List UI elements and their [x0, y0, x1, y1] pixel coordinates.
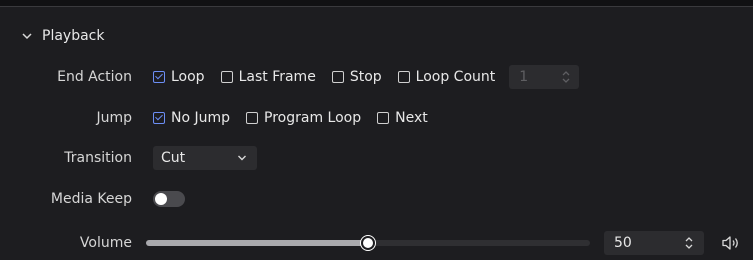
last-frame-label: Last Frame: [238, 69, 316, 85]
jump-label-box: Jump: [0, 106, 132, 130]
end-action-label: End Action: [57, 69, 132, 85]
volume-label: Volume: [79, 235, 132, 251]
next-checkbox[interactable]: [377, 112, 390, 124]
volume-spinbox[interactable]: 50: [604, 231, 704, 255]
jump-next-option[interactable]: Next: [377, 110, 428, 126]
transition-select[interactable]: Cut: [153, 146, 257, 170]
transition-value: Cut: [161, 150, 186, 166]
media-keep-label-box: Media Keep: [0, 187, 132, 211]
volume-label-box: Volume: [0, 231, 132, 255]
playback-panel: [0, 7, 753, 260]
loop-count-checkbox[interactable]: [397, 71, 410, 83]
media-keep-control: [153, 187, 185, 211]
volume-value: 50: [614, 235, 632, 251]
playback-section-header[interactable]: Playback: [20, 26, 104, 46]
end-action-stop-option[interactable]: Stop: [331, 69, 382, 85]
loop-count-value: 1: [519, 69, 529, 85]
volume-slider-fill: [146, 240, 368, 246]
media-keep-toggle[interactable]: [153, 191, 185, 207]
jump-label: Jump: [96, 110, 132, 126]
end-action-loop-count-option[interactable]: Loop Count: [397, 69, 496, 85]
volume-slider[interactable]: [146, 236, 590, 250]
loop-count-spinbox: 1: [509, 65, 580, 89]
program-loop-checkbox[interactable]: [246, 112, 259, 124]
section-title: Playback: [42, 28, 105, 44]
spin-arrows-icon: [562, 71, 570, 83]
jump-program-loop-option[interactable]: Program Loop: [246, 110, 361, 126]
stop-checkbox[interactable]: [331, 71, 344, 83]
end-action-last-frame-option[interactable]: Last Frame: [220, 69, 316, 85]
transition-control: Cut: [153, 146, 257, 170]
end-action-loop-option[interactable]: Loop: [153, 69, 205, 85]
loop-count-label: Loop Count: [415, 69, 496, 85]
chevron-down-icon: [22, 33, 32, 40]
next-label: Next: [395, 110, 428, 126]
end-action-options: Loop Last Frame Stop Loop Count 1: [153, 65, 580, 89]
jump-options: No Jump Program Loop Next: [153, 106, 444, 130]
loop-checkbox[interactable]: [153, 71, 165, 83]
chevron-down-icon: [238, 155, 246, 161]
jump-no-jump-option[interactable]: No Jump: [153, 110, 230, 126]
toggle-knob: [155, 193, 167, 205]
transition-label-box: Transition: [0, 146, 132, 170]
last-frame-checkbox[interactable]: [220, 71, 233, 83]
end-action-label-box: End Action: [0, 65, 132, 89]
loop-label: Loop: [171, 69, 205, 85]
no-jump-label: No Jump: [171, 110, 231, 126]
transition-label: Transition: [64, 150, 132, 166]
program-loop-label: Program Loop: [264, 110, 362, 126]
no-jump-checkbox[interactable]: [153, 112, 165, 124]
media-keep-label: Media Keep: [50, 191, 132, 207]
speaker-icon[interactable]: [721, 234, 741, 252]
volume-slider-thumb[interactable]: [361, 236, 375, 250]
stop-label: Stop: [349, 69, 382, 85]
spin-arrows-icon[interactable]: [684, 236, 694, 250]
